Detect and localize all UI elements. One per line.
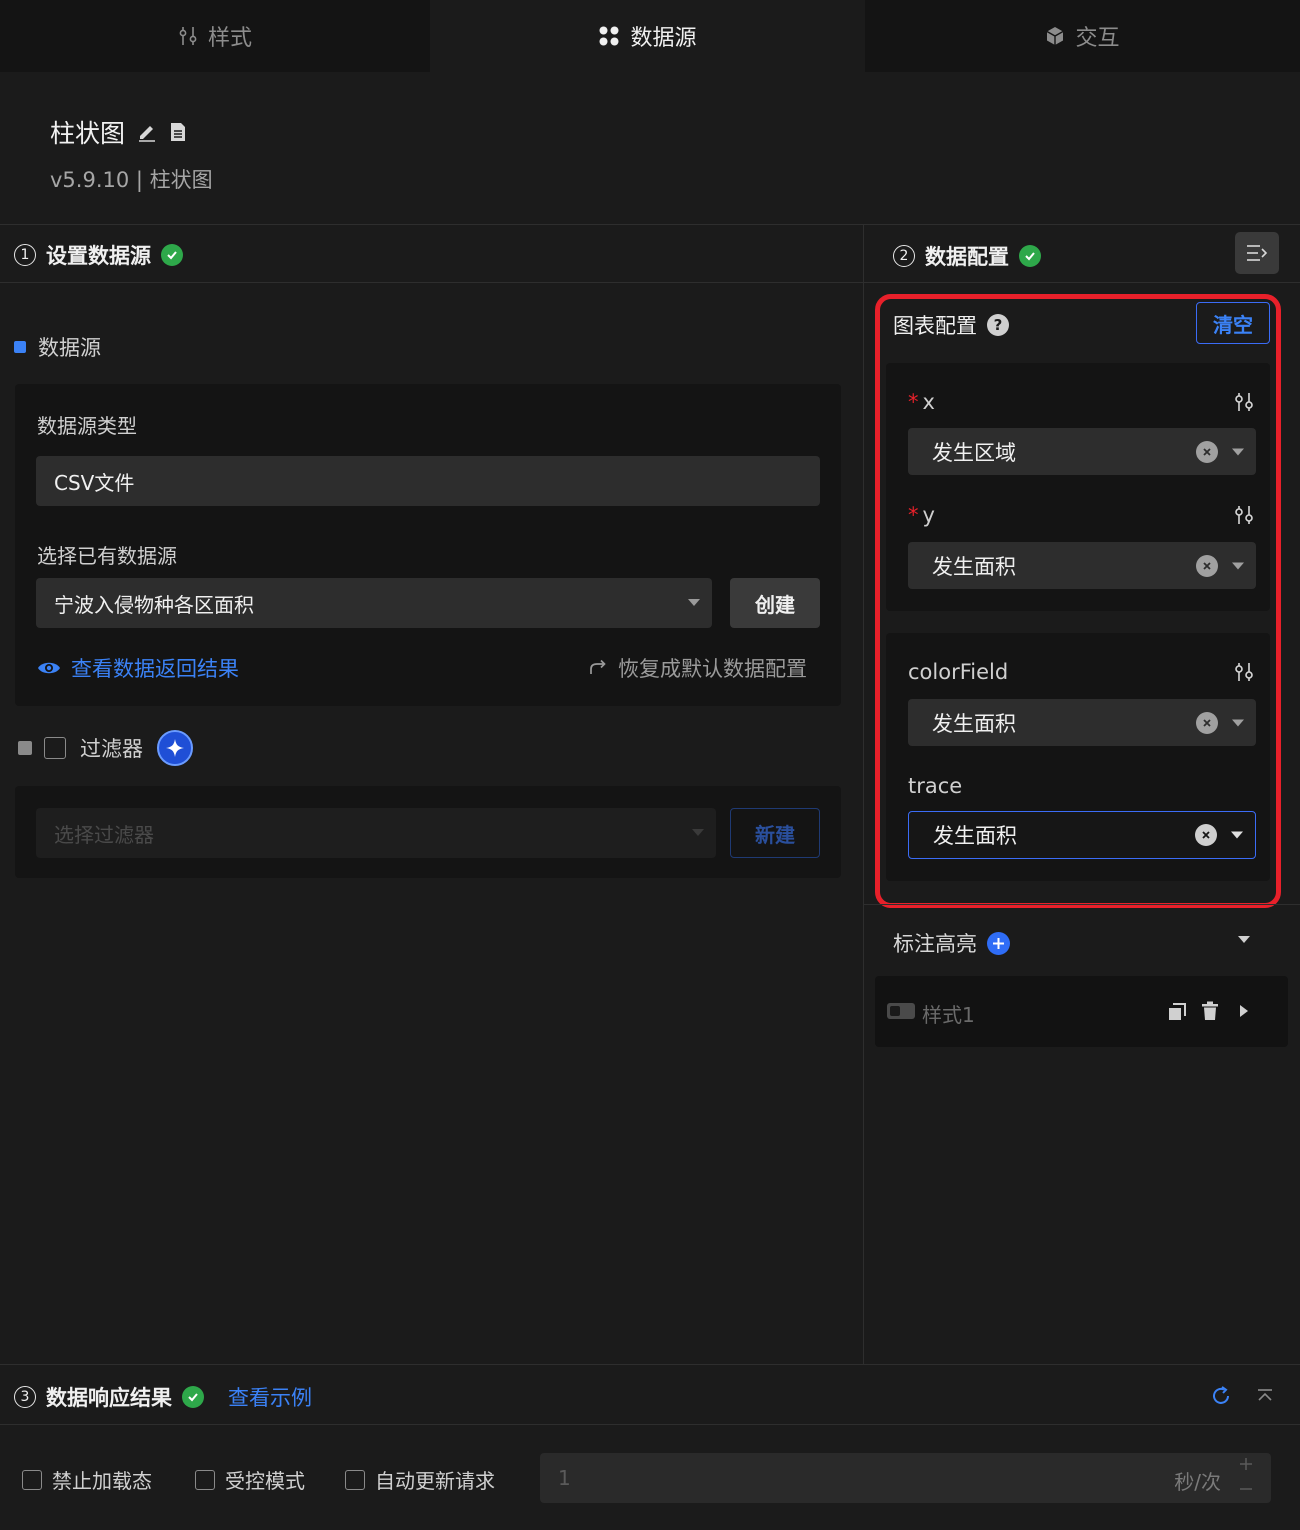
checkbox[interactable] (345, 1469, 365, 1490)
tab-style[interactable]: 样式 (0, 0, 430, 72)
highlight-label: 标注高亮 (893, 932, 977, 956)
highlight-heading: 标注高亮 (893, 928, 1010, 958)
step-number: 1 (14, 244, 36, 266)
tab-interaction-label: 交互 (1075, 26, 1120, 51)
datasource-type-label: 数据源类型 (37, 414, 137, 438)
section-datasource-header: 1 设置数据源 (14, 240, 183, 270)
chevron-down-icon[interactable] (1238, 936, 1250, 943)
check-circle-icon (182, 1386, 204, 1408)
tab-interaction[interactable]: 交互 (865, 0, 1300, 72)
option-label: 禁止加载态 (52, 1469, 152, 1493)
section-title: 数据配置 (925, 245, 1009, 269)
existing-datasource-label: 选择已有数据源 (37, 544, 177, 568)
highlight-annotation-box (875, 294, 1281, 908)
sliders-icon (178, 26, 198, 46)
datasource-heading: 数据源 (14, 332, 101, 362)
view-result-label: 查看数据返回结果 (71, 657, 239, 681)
divider (0, 282, 863, 283)
divider (0, 1364, 1300, 1365)
document-icon[interactable] (169, 122, 187, 142)
edit-icon[interactable] (137, 122, 157, 142)
step-number: 2 (893, 245, 915, 267)
restore-default-link[interactable]: 恢复成默认数据配置 (588, 653, 807, 683)
collapse-up-icon[interactable] (1256, 1388, 1274, 1404)
interval-value: 1 (558, 1466, 571, 1490)
datasource-heading-label: 数据源 (38, 336, 101, 360)
copy-icon[interactable] (1167, 1002, 1187, 1022)
filter-label: 过滤器 (80, 737, 143, 761)
section-title: 设置数据源 (46, 244, 151, 268)
filter-select[interactable]: 选择过滤器 (36, 808, 716, 858)
section-response-header: 3 数据响应结果 查看示例 (14, 1382, 312, 1412)
existing-datasource-select[interactable]: 宁波入侵物种各区面积 (36, 578, 712, 628)
tab-style-label: 样式 (207, 26, 252, 51)
tab-datasource-label: 数据源 (630, 26, 697, 51)
panel-divider (863, 224, 864, 1364)
tab-datasource[interactable]: 数据源 (430, 0, 865, 72)
stepper-decrement-icon[interactable] (1239, 1485, 1253, 1493)
toggle-switch[interactable] (887, 1003, 915, 1019)
style-item-label: 样式1 (922, 1003, 975, 1027)
option-controlled-mode[interactable]: 受控模式 (195, 1465, 305, 1494)
chevron-right-icon[interactable] (1240, 1005, 1248, 1017)
add-circle-icon[interactable] (987, 931, 1010, 955)
collapse-panel-icon[interactable] (1235, 232, 1279, 274)
trash-icon[interactable] (1201, 1001, 1219, 1021)
chevron-down-icon (692, 829, 704, 836)
option-label: 自动更新请求 (375, 1469, 495, 1493)
gray-square-marker (18, 741, 32, 755)
step-number: 3 (14, 1386, 36, 1408)
component-title: 柱状图 (50, 114, 187, 150)
divider (0, 224, 1300, 225)
checkbox[interactable] (195, 1469, 215, 1490)
filter-row: 过滤器 (18, 730, 193, 766)
datasource-type-field[interactable]: CSV文件 (36, 456, 820, 506)
check-circle-icon (161, 244, 183, 266)
top-tabs: 样式 数据源 交互 (0, 0, 1300, 72)
interval-unit: 秒/次 (1174, 1470, 1221, 1494)
divider (0, 1424, 1300, 1425)
divider (864, 904, 1300, 905)
grid-icon (598, 25, 620, 47)
chevron-down-icon (688, 599, 700, 606)
divider (864, 282, 1300, 283)
sparkle-icon[interactable] (157, 730, 193, 766)
option-label: 受控模式 (225, 1469, 305, 1493)
stepper-increment-icon[interactable] (1239, 1457, 1253, 1471)
section-title: 数据响应结果 (46, 1386, 172, 1410)
create-button[interactable]: 创建 (730, 578, 820, 628)
view-example-link[interactable]: 查看示例 (228, 1382, 312, 1412)
section-dataconfig-header: 2 数据配置 (893, 241, 1041, 271)
datasource-type-value: CSV文件 (54, 470, 135, 495)
redo-icon (588, 659, 608, 677)
new-filter-button[interactable]: 新建 (730, 808, 820, 858)
filter-select-placeholder: 选择过滤器 (54, 822, 154, 847)
eye-icon (37, 660, 61, 676)
existing-datasource-value: 宁波入侵物种各区面积 (54, 592, 254, 617)
component-title-text: 柱状图 (50, 119, 126, 148)
blue-square-marker (14, 341, 26, 353)
interval-input[interactable]: 1 秒/次 (540, 1453, 1271, 1503)
option-disable-loading[interactable]: 禁止加载态 (22, 1465, 152, 1494)
filter-checkbox[interactable] (44, 737, 66, 759)
check-circle-icon (1019, 245, 1041, 267)
option-auto-refresh[interactable]: 自动更新请求 (345, 1465, 495, 1494)
restore-default-label: 恢复成默认数据配置 (618, 657, 807, 681)
cube-icon (1045, 26, 1065, 46)
component-version: v5.9.10 | 柱状图 (50, 168, 213, 192)
checkbox[interactable] (22, 1469, 42, 1490)
view-result-link[interactable]: 查看数据返回结果 (37, 653, 239, 683)
refresh-icon[interactable] (1210, 1385, 1232, 1407)
